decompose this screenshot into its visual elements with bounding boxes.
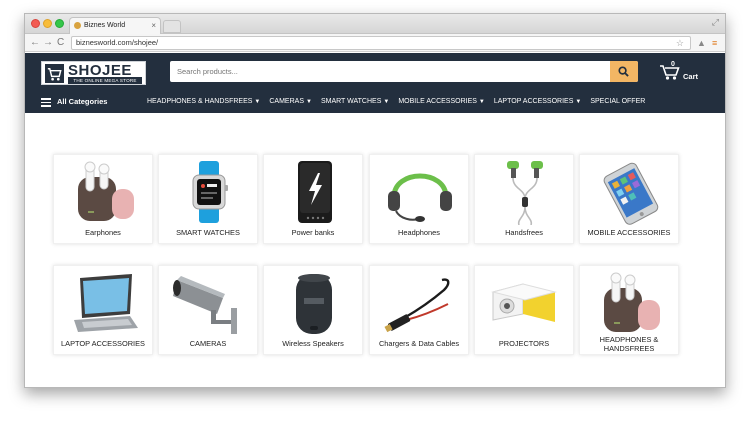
logo-tagline: THE ONLINE MEGA STORE <box>68 77 142 84</box>
category-card-headphones[interactable]: Headphones <box>369 154 469 244</box>
wired-earphones-icon <box>507 161 543 225</box>
category-card-power-banks[interactable]: Power banks <box>263 154 363 244</box>
category-card-laptop-accessories[interactable]: LAPTOP ACCESSORIES <box>53 265 153 355</box>
category-label: MOBILE ACCESSORIES <box>587 228 671 237</box>
back-button[interactable]: ← <box>30 36 40 50</box>
menu-items: HEADPHONES & HANDSFREES ▼ CAMERAS ▼ SMART … <box>147 93 656 113</box>
category-card-smart-watches[interactable]: SMART WATCHES <box>158 154 258 244</box>
cart-count-badge: 0 <box>671 61 675 68</box>
laptop-icon <box>74 274 138 332</box>
earbuds-case-icon <box>78 161 134 221</box>
minimize-window-button[interactable] <box>43 19 52 28</box>
chevron-down-icon: ▼ <box>306 99 312 105</box>
smartphone-icon <box>603 162 659 225</box>
close-window-button[interactable] <box>31 19 40 28</box>
category-card-projectors[interactable]: PROJECTORS <box>474 265 574 355</box>
category-label: SMART WATCHES <box>176 228 240 237</box>
all-categories-button[interactable]: All Categories <box>57 97 107 106</box>
category-label: Headphones <box>398 228 440 237</box>
favicon-icon <box>74 22 81 29</box>
menu-item-mobile-accessories[interactable]: MOBILE ACCESSORIES ▼ <box>398 93 485 113</box>
tab-title: Biznes World <box>84 22 126 29</box>
fullscreen-icon[interactable]: ⤢ <box>712 17 719 28</box>
url-text: biznesworld.com/shojee/ <box>76 38 159 47</box>
search-bar <box>170 61 638 82</box>
bookmark-star-icon[interactable]: ☆ <box>676 37 684 49</box>
category-card-headphones-handsfrees[interactable]: HEADPHONES & HANDSFREES <box>579 265 679 355</box>
projector-icon <box>491 283 557 322</box>
cart-icon <box>660 65 680 80</box>
tab-close-icon[interactable]: × <box>151 18 156 33</box>
category-label-line2: HANDSFREES <box>603 344 655 353</box>
menu-item-smart-watches[interactable]: SMART WATCHES ▼ <box>321 93 389 113</box>
browser-tab[interactable]: Biznes World × <box>69 17 161 34</box>
address-bar: ← → C biznesworld.com/shojee/ ☆ ▲ ≡ <box>25 34 725 52</box>
headset-icon <box>388 173 452 222</box>
earbuds-case-icon <box>604 272 660 332</box>
menu-item-special-offer[interactable]: SPECIAL OFFER <box>590 93 647 113</box>
browser-menu-icon[interactable]: ≡ <box>712 37 717 49</box>
menu-item-cameras[interactable]: CAMERAS ▼ <box>269 93 312 113</box>
smartwatch-icon <box>192 161 228 223</box>
power-bank-icon <box>298 161 332 223</box>
category-label: LAPTOP ACCESSORIES <box>61 339 145 348</box>
menu-item-laptop-accessories[interactable]: LAPTOP ACCESSORIES ▼ <box>494 93 581 113</box>
forward-button[interactable]: → <box>43 36 53 50</box>
logo-cart-icon <box>45 64 64 83</box>
reload-button[interactable]: C <box>57 36 64 50</box>
category-label: HEADPHONES & HANDSFREES <box>580 335 678 353</box>
chevron-down-icon: ▼ <box>254 99 261 105</box>
site-logo[interactable]: SHOJEE THE ONLINE MEGA STORE <box>41 61 146 85</box>
category-label: Earphones <box>85 228 121 237</box>
search-button[interactable] <box>610 61 638 82</box>
category-label: PROJECTORS <box>498 339 550 348</box>
category-card-wireless-speakers[interactable]: Wireless Speakers <box>263 265 363 355</box>
cable-icon <box>384 278 450 333</box>
search-input[interactable] <box>170 61 610 82</box>
category-card-chargers-data-cables[interactable]: Chargers & Data Cables <box>369 265 469 355</box>
extension-icon[interactable]: ▲ <box>697 37 706 49</box>
search-icon <box>618 66 629 77</box>
chevron-down-icon: ▼ <box>478 99 485 105</box>
maximize-window-button[interactable] <box>55 19 64 28</box>
browser-tab-bar: Biznes World × ⤢ <box>25 14 725 34</box>
category-label: CAMERAS <box>189 339 227 348</box>
speaker-icon <box>296 274 332 334</box>
site-header: SHOJEE THE ONLINE MEGA STORE 0 Cart <box>25 53 725 113</box>
chevron-down-icon: ▼ <box>383 99 390 105</box>
menu-item-headphones-handsfrees[interactable]: HEADPHONES & HANDSFREES ▼ <box>147 93 260 113</box>
category-label: Chargers & Data Cables <box>378 339 460 348</box>
category-grid-section: Earphones SMART WATCHES Power banks Head… <box>25 113 725 387</box>
category-card-handsfrees[interactable]: Handsfrees <box>474 154 574 244</box>
category-label: Power banks <box>291 228 335 237</box>
category-label: Handsfrees <box>505 228 543 237</box>
url-field[interactable]: biznesworld.com/shojee/ ☆ <box>71 36 691 50</box>
logo-name: SHOJEE <box>68 62 132 79</box>
category-card-cameras[interactable]: CAMERAS <box>158 265 258 355</box>
browser-window: Biznes World × ⤢ ← → C biznesworld.com/s… <box>24 13 726 388</box>
cart-label: Cart <box>683 72 699 81</box>
category-nav: All Categories HEADPHONES & HANDSFREES ▼ … <box>25 93 725 113</box>
new-tab-button[interactable] <box>163 20 181 33</box>
category-card-mobile-accessories[interactable]: MOBILE ACCESSORIES <box>579 154 679 244</box>
chevron-down-icon: ▼ <box>575 99 582 105</box>
category-label: Wireless Speakers <box>282 339 344 348</box>
category-card-earphones[interactable]: Earphones <box>53 154 153 244</box>
cart-button[interactable]: 0 Cart <box>659 61 719 83</box>
hamburger-icon[interactable] <box>41 98 51 107</box>
category-label-line1: HEADPHONES & <box>599 335 659 344</box>
cctv-camera-icon <box>173 276 237 334</box>
